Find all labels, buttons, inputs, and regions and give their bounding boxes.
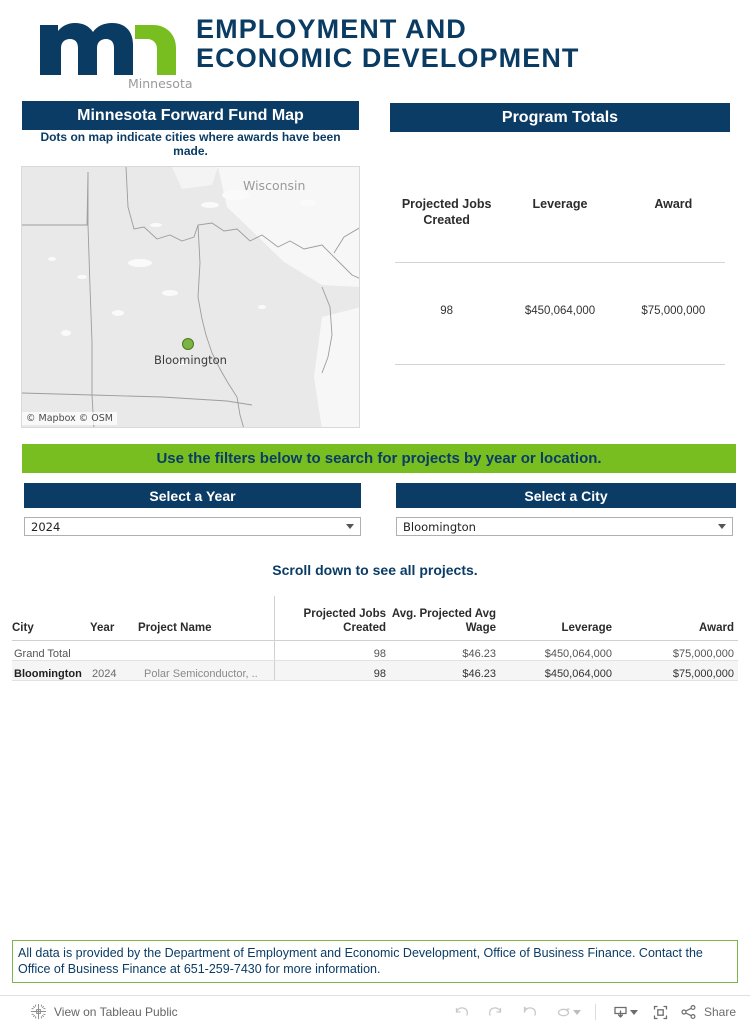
- cell-wage: $46.23: [390, 640, 500, 661]
- chevron-down-icon[interactable]: [629, 1009, 638, 1015]
- totals-header-award: Award: [654, 197, 693, 211]
- cell-award: $75,000,000: [616, 640, 738, 661]
- redo-icon[interactable]: [479, 998, 513, 1026]
- table-header-row: City Year Project Name Projected Jobs Cr…: [12, 596, 738, 641]
- tableau-toolbar-actions: Share: [445, 996, 736, 1027]
- cell-jobs: 98: [273, 660, 390, 681]
- year-filter-dropdown[interactable]: 2024: [24, 517, 361, 536]
- totals-header-leverage: Leverage: [532, 197, 588, 211]
- table-row[interactable]: Grand Total 98 $46.23 $450,064,000 $75,0…: [12, 640, 738, 661]
- scroll-hint-text: Scroll down to see all projects.: [272, 562, 478, 578]
- cell-wage: $46.23: [390, 660, 500, 681]
- totals-divider-top: [395, 262, 725, 263]
- city-filter-value: Bloomington: [403, 519, 476, 534]
- view-on-tableau-public-button[interactable]: View on Tableau Public: [30, 1003, 178, 1020]
- brand-header: EMPLOYMENT AND ECONOMIC DEVELOPMENT: [0, 0, 750, 88]
- share-icon: [681, 1004, 696, 1020]
- year-filter-value: 2024: [31, 519, 61, 534]
- mn-logo-icon: [40, 23, 176, 75]
- fullscreen-icon[interactable]: [644, 998, 678, 1026]
- totals-value-leverage: $450,064,000: [524, 305, 596, 317]
- map-label-wisconsin: Wisconsin: [243, 178, 306, 193]
- tableau-toolbar: View on Tableau Public Share: [0, 995, 750, 1027]
- cell-city: Bloomington: [12, 660, 90, 681]
- col-header-award[interactable]: Award: [616, 596, 738, 641]
- cell-leverage: $450,064,000: [500, 660, 616, 681]
- map-attribution[interactable]: © Mapbox © OSM: [22, 412, 117, 425]
- totals-header-jobs: Projected Jobs Created: [401, 197, 492, 227]
- cell-project-name: Polar Semiconductor, ..: [138, 660, 274, 681]
- toolbar-divider: [594, 1004, 596, 1020]
- minnesota-forward-fund-map[interactable]: [21, 166, 360, 428]
- share-label: Share: [703, 1005, 736, 1019]
- program-totals-header-row: Projected Jobs Created Leverage Award: [390, 197, 730, 228]
- select-city-label: Select a City: [396, 483, 736, 508]
- cell-leverage: $450,064,000: [500, 640, 616, 661]
- map-label-minnesota: Minnesota: [128, 76, 193, 91]
- cell-project-name: [138, 640, 274, 661]
- map-panel-title: Minnesota Forward Fund Map: [22, 101, 359, 130]
- col-header-project-name[interactable]: Project Name: [138, 596, 274, 641]
- tableau-logo-icon: [31, 1004, 46, 1019]
- projects-table: City Year Project Name Projected Jobs Cr…: [12, 596, 738, 681]
- cell-year: 2024: [90, 660, 138, 681]
- cell-jobs: 98: [273, 640, 390, 661]
- revert-icon[interactable]: [513, 998, 547, 1026]
- projects-table-wrapper[interactable]: City Year Project Name Projected Jobs Cr…: [12, 596, 738, 681]
- chevron-down-icon: [718, 524, 726, 529]
- program-totals-value-row: 98 $450,064,000 $75,000,000: [390, 305, 730, 317]
- chevron-down-icon[interactable]: [572, 1009, 581, 1015]
- map-basemap: [22, 167, 359, 427]
- cell-city: Grand Total: [12, 640, 90, 661]
- brand-line-2: ECONOMIC DEVELOPMENT: [196, 43, 580, 73]
- city-filter-dropdown[interactable]: Bloomington: [396, 517, 733, 536]
- col-header-projected-jobs[interactable]: Projected Jobs Created: [273, 596, 390, 641]
- table-row[interactable]: Bloomington 2024 Polar Semiconductor, ..…: [12, 660, 738, 681]
- filter-instruction-banner: Use the filters below to search for proj…: [22, 444, 736, 473]
- col-header-leverage[interactable]: Leverage: [500, 596, 616, 641]
- program-totals-title: Program Totals: [390, 103, 730, 132]
- share-button[interactable]: Share: [680, 1003, 736, 1021]
- col-header-year[interactable]: Year: [90, 596, 138, 641]
- program-totals-table: Projected Jobs Created Leverage Award 98…: [390, 145, 730, 380]
- map-panel-subtitle: Dots on map indicate cities where awards…: [40, 130, 341, 158]
- map-dot-bloomington[interactable]: [182, 338, 194, 350]
- data-source-footnote: All data is provided by the Department o…: [12, 940, 738, 983]
- brand-wordmark: EMPLOYMENT AND ECONOMIC DEVELOPMENT: [196, 13, 580, 73]
- undo-icon[interactable]: [445, 998, 479, 1026]
- totals-value-jobs: 98: [440, 305, 454, 317]
- brand-line-1: EMPLOYMENT AND: [196, 13, 467, 44]
- cell-award: $75,000,000: [616, 660, 738, 681]
- totals-divider-bottom: [395, 364, 725, 365]
- select-year-label: Select a Year: [24, 483, 361, 508]
- view-on-tableau-public-label: View on Tableau Public: [54, 1004, 178, 1019]
- totals-value-award: $75,000,000: [641, 305, 706, 317]
- dashboard-page: EMPLOYMENT AND ECONOMIC DEVELOPMENT Minn…: [0, 0, 750, 1027]
- chevron-down-icon: [346, 524, 354, 529]
- cell-year: [90, 640, 138, 661]
- col-header-avg-wage[interactable]: Avg. Projected Avg Wage: [390, 596, 500, 641]
- col-header-city[interactable]: City: [12, 596, 90, 641]
- map-dot-label: Bloomington: [154, 353, 227, 367]
